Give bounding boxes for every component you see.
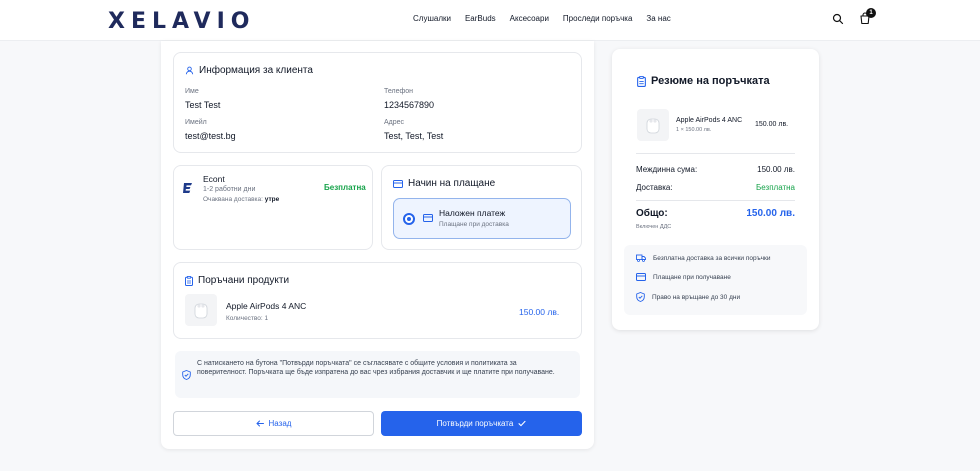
summary-divider [636, 200, 795, 201]
checkout-review-panel: Информация за клиента Име Test Test Теле… [161, 41, 594, 449]
card-icon [423, 214, 433, 222]
ordered-products-card: Поръчани продукти Apple AirPods 4 ANC Ко… [173, 262, 582, 339]
phone-label: Телефон [384, 88, 414, 95]
main-nav: Слушалки EarBuds Аксесоари Проследи поръ… [413, 14, 671, 23]
econt-logo-icon [183, 183, 192, 193]
shipping-method-card: Econt 1-2 работни дни Очаквана доставка:… [173, 165, 373, 250]
customer-info-card: Информация за клиента Име Test Test Теле… [173, 52, 582, 153]
nav-link-track-order[interactable]: Проследи поръчка [563, 14, 632, 23]
summary-divider [636, 153, 795, 154]
summary-title: Резюме на поръчката [637, 75, 770, 87]
search-icon[interactable] [832, 13, 844, 25]
nav-link-about[interactable]: За нас [646, 14, 670, 23]
total-row: Общо: 150.00 лв. [636, 208, 795, 219]
subtotal-row: Междинна сума: 150.00 лв. [636, 165, 795, 174]
email-value: test@test.bg [185, 131, 236, 141]
email-label: Имейл [185, 119, 207, 126]
product-thumbnail [185, 294, 217, 326]
credit-card-icon [636, 273, 646, 281]
nav-link-accessories[interactable]: Аксесоари [510, 14, 549, 23]
benefit-return-policy: Право на връщане до 30 дни [636, 292, 740, 302]
payment-title: Начин на плащане [393, 178, 495, 189]
benefit-free-delivery: Безплатна доставка за всички поръчки [636, 254, 771, 262]
consent-text: С натискането на бутона "Потвърди поръчк… [197, 360, 555, 377]
name-value: Test Test [185, 100, 221, 110]
nav-link-earbuds[interactable]: EarBuds [465, 14, 496, 23]
shield-check-icon [636, 292, 645, 302]
shield-check-icon [182, 370, 191, 380]
brand-logo[interactable]: XELAVIO [108, 10, 255, 34]
payment-option-subtitle: Плащане при доставка [439, 221, 509, 228]
truck-icon [636, 254, 646, 262]
delivery-row: Доставка: Безплатна [636, 183, 795, 192]
nav-link-headphones[interactable]: Слушалки [413, 14, 451, 23]
delivery-days: 1-2 работни дни [203, 186, 256, 193]
benefits-box: Безплатна доставка за всички поръчки Пла… [624, 245, 807, 315]
delivery-value: Безплатна [756, 183, 795, 192]
check-icon [518, 420, 526, 427]
payment-method-card: Начин на плащане Наложен платеж Плащане … [381, 165, 582, 250]
address-value: Test, Test, Test [384, 131, 444, 141]
products-title: Поръчани продукти [185, 275, 289, 286]
order-summary-card: Резюме на поръчката Apple AirPods 4 ANC … [612, 49, 819, 330]
summary-product-price: 150.00 лв. [755, 121, 789, 128]
phone-value: 1234567890 [384, 100, 435, 110]
address-label: Адрес [384, 119, 405, 126]
product-quantity: Количество: 1 [226, 315, 269, 322]
shipping-price: Безплатна [324, 183, 366, 192]
expected-delivery-value: утре [264, 196, 280, 203]
customer-info-title: Информация за клиента [185, 65, 313, 76]
product-name: Apple AirPods 4 ANC [226, 301, 307, 311]
credit-card-icon [393, 179, 403, 188]
clipboard-icon [185, 275, 193, 286]
benefit-cash-on-delivery: Плащане при получаване [636, 273, 731, 281]
summary-product-thumbnail [637, 109, 669, 141]
summary-product-name: Apple AirPods 4 ANC [676, 117, 743, 124]
total-value: 150.00 лв. [746, 208, 795, 219]
delivery-label: Доставка: [636, 183, 673, 192]
site-header: XELAVIO Слушалки EarBuds Аксесоари Просл… [0, 0, 980, 41]
user-icon [185, 66, 194, 75]
payment-option-title: Наложен платеж [439, 208, 506, 218]
cart-count-badge: 1 [866, 8, 876, 18]
product-price: 150.00 лв. [519, 307, 560, 317]
name-label: Име [185, 88, 199, 95]
subtotal-label: Междинна сума: [636, 165, 698, 174]
summary-product-qty: 1 × 150.00 лв. [676, 127, 712, 133]
back-button[interactable]: Назад [173, 411, 374, 436]
airpods-icon [646, 118, 660, 134]
vat-note: Включен ДДС [636, 224, 672, 230]
payment-option-cod[interactable]: Наложен платеж Плащане при доставка [393, 198, 571, 239]
carrier-name: Econt [203, 174, 225, 184]
total-label: Общо: [636, 208, 668, 219]
airpods-icon [194, 303, 208, 319]
confirm-order-button[interactable]: Потвърди поръчката [381, 411, 582, 436]
payment-radio-selected[interactable] [403, 213, 415, 225]
expected-delivery: Очаквана доставка: утре [203, 196, 280, 203]
subtotal-value: 150.00 лв. [757, 165, 795, 174]
clipboard-icon [637, 75, 646, 87]
terms-consent-notice: С натискането на бутона "Потвърди поръчк… [175, 351, 580, 398]
arrow-left-icon [255, 420, 264, 427]
